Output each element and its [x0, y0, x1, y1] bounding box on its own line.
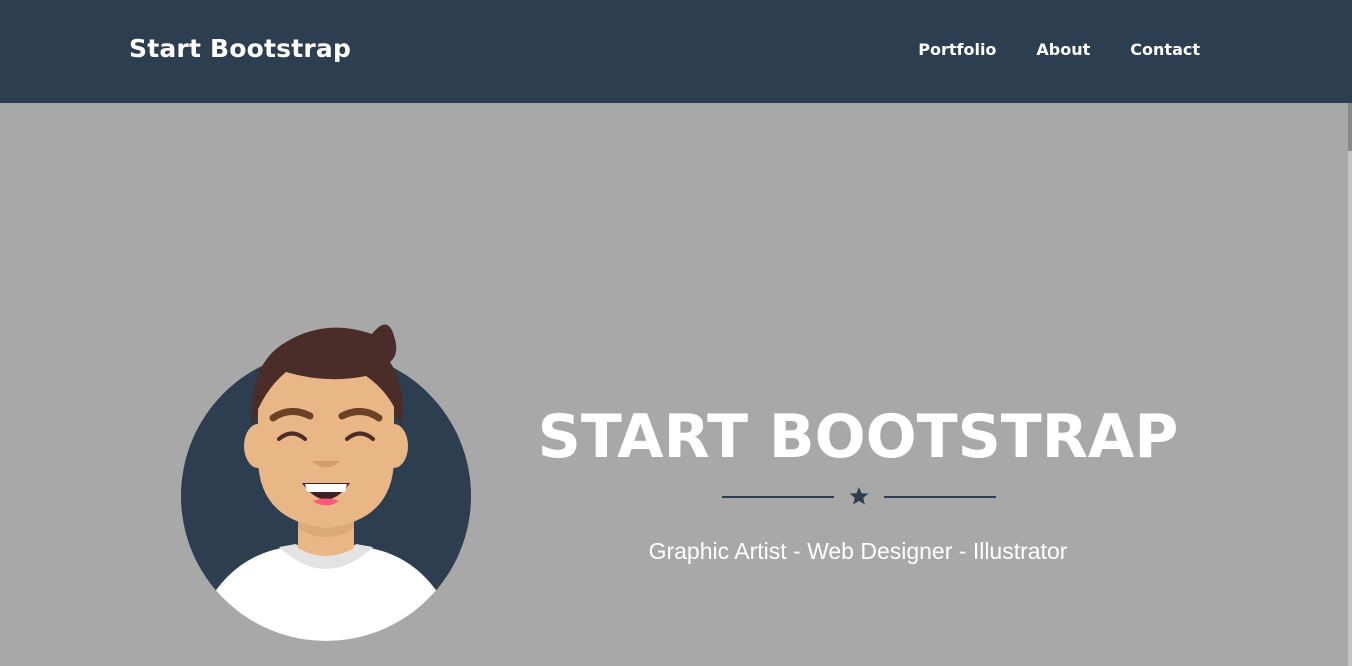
nav-links: Portfolio About Contact — [918, 40, 1200, 59]
star-icon — [849, 487, 869, 505]
brand-link[interactable]: Start Bootstrap — [129, 34, 351, 63]
masthead-heading: START BOOTSTRAP — [537, 402, 1179, 472]
masthead-subheading: Graphic Artist - Web Designer - Illustra… — [648, 538, 1068, 564]
star-divider — [722, 486, 996, 508]
divider-line-left — [722, 496, 834, 498]
scrollbar-thumb[interactable] — [1348, 103, 1352, 151]
scrollbar[interactable] — [1348, 103, 1352, 666]
divider-line-right — [884, 496, 996, 498]
nav-link-contact[interactable]: Contact — [1130, 40, 1200, 59]
avatar-icon — [181, 324, 471, 641]
nav-link-about[interactable]: About — [1036, 40, 1090, 59]
nav-link-portfolio[interactable]: Portfolio — [918, 40, 996, 59]
navbar: Start Bootstrap Portfolio About Contact — [0, 0, 1352, 103]
